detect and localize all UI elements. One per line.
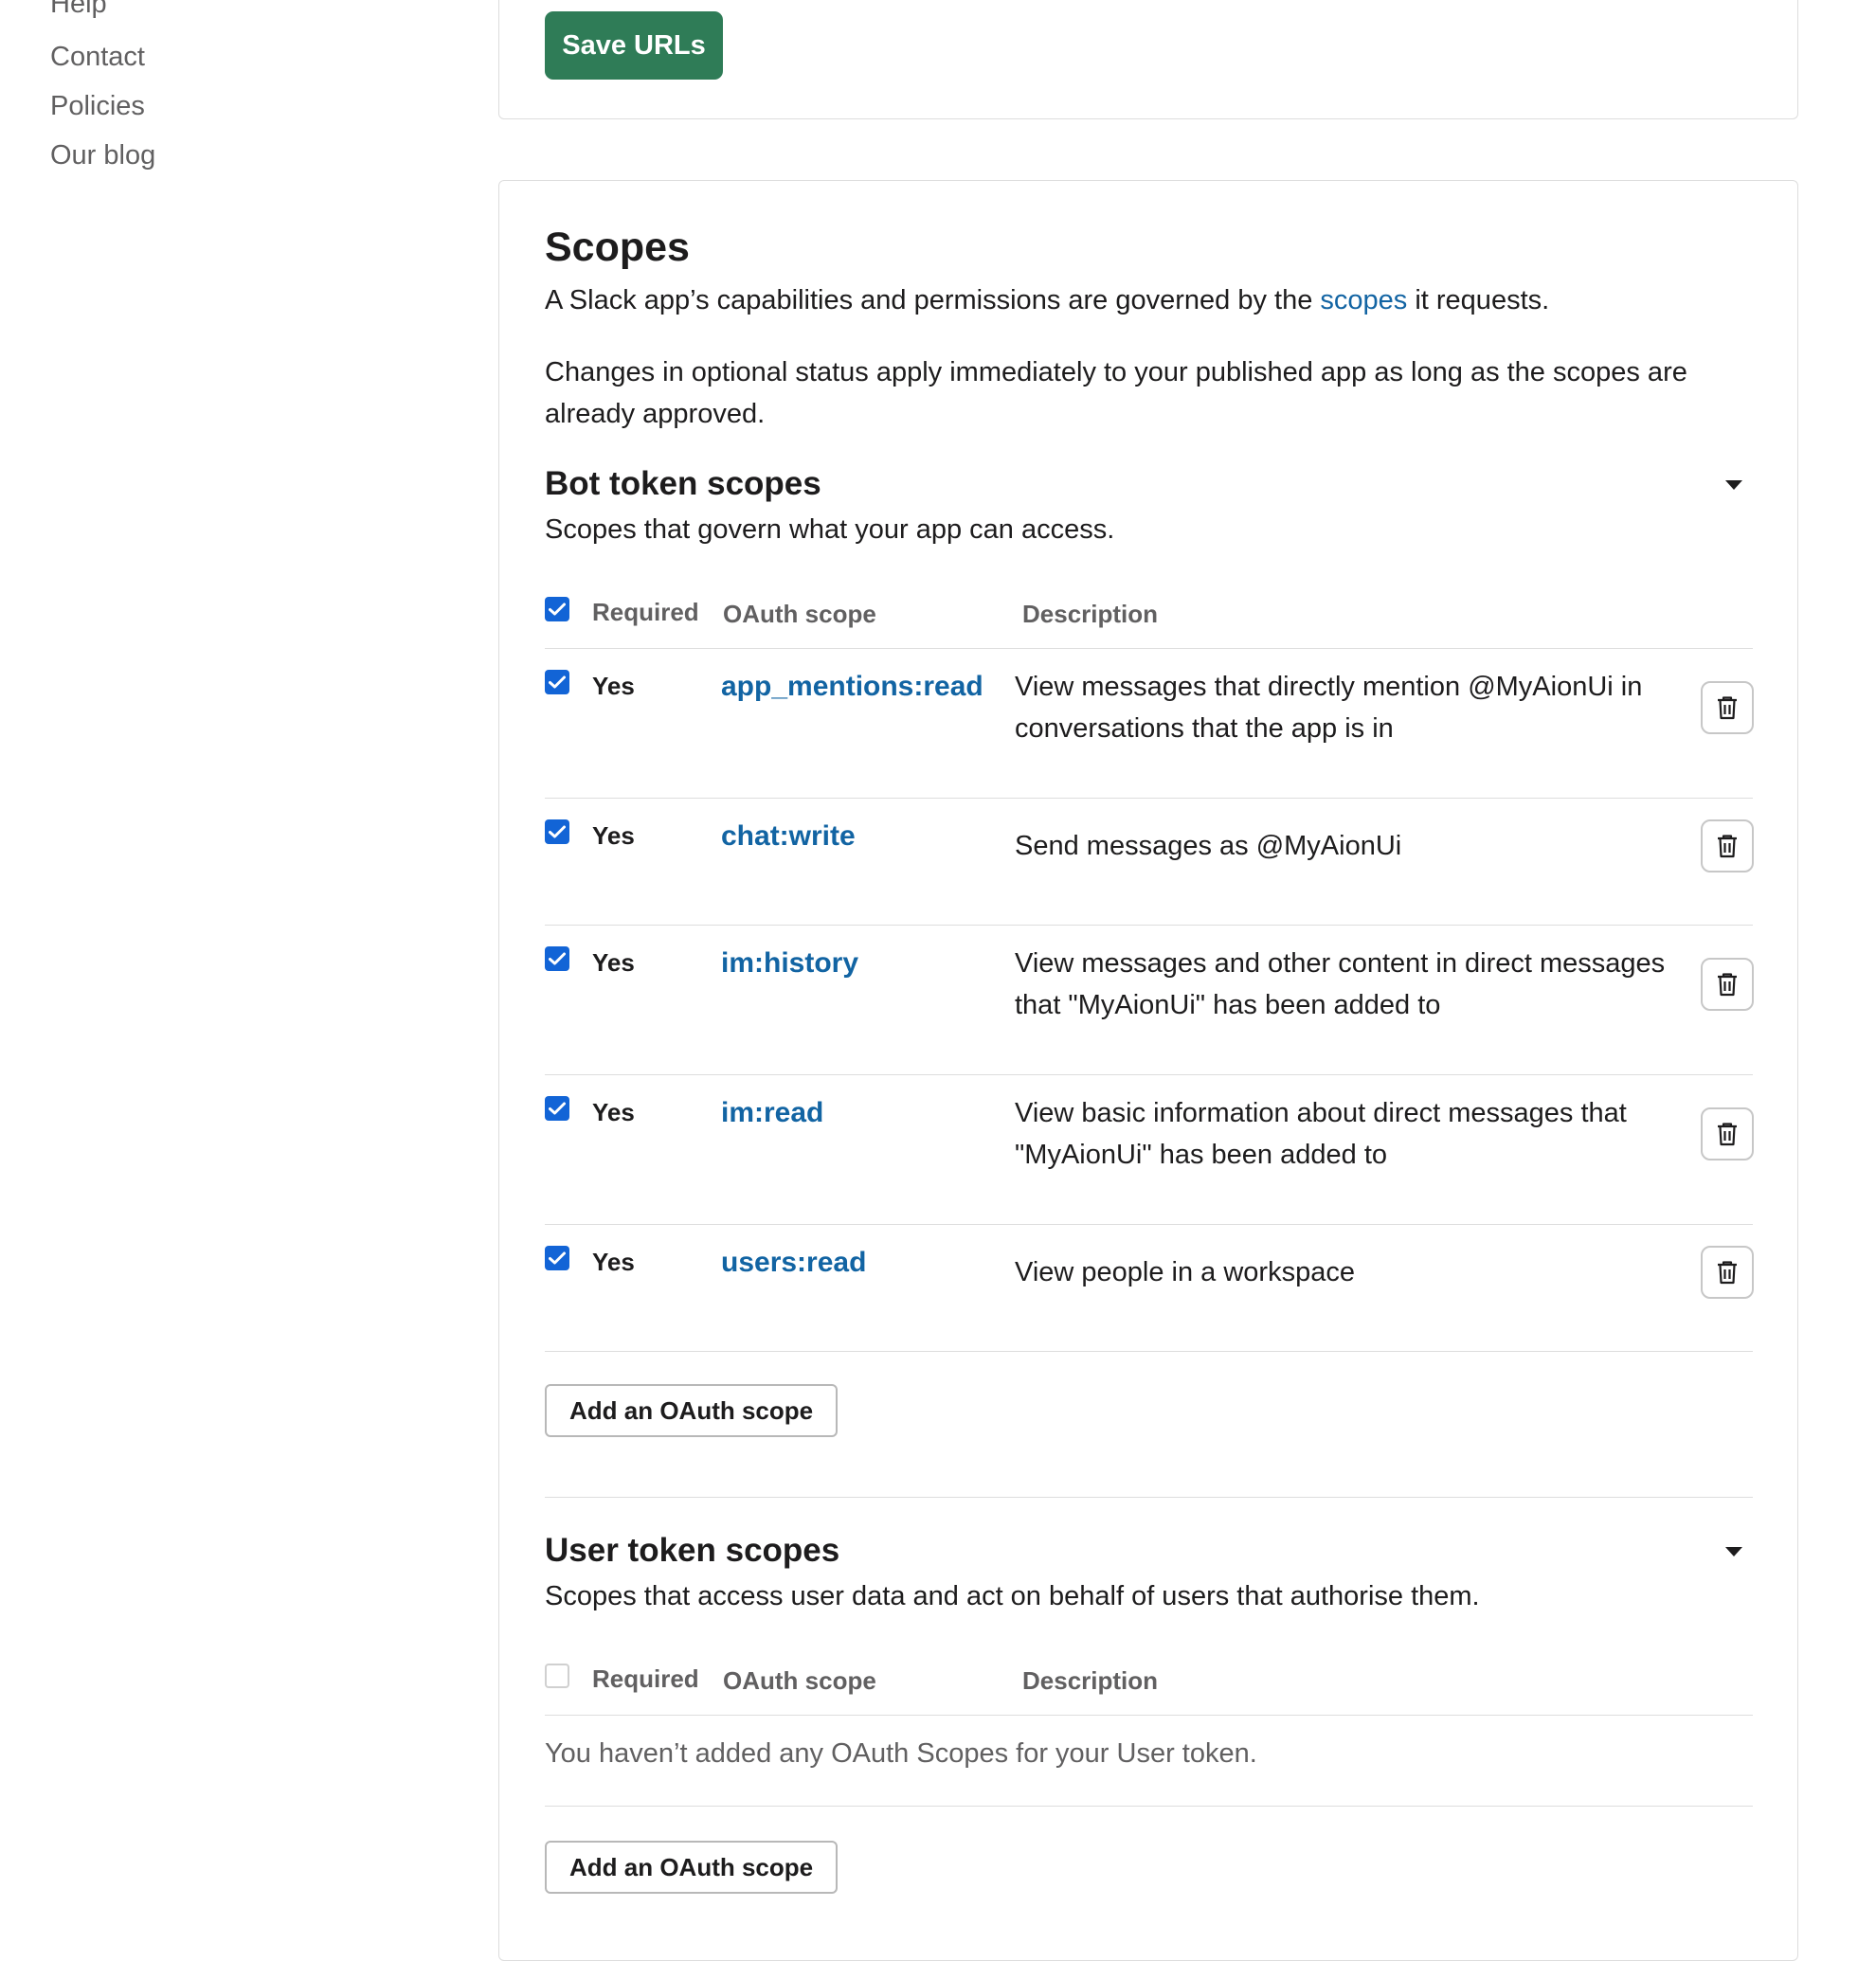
user-col-required: Required	[592, 1664, 699, 1693]
bot-col-description: Description	[1022, 600, 1159, 628]
divider	[545, 1224, 1753, 1225]
trash-icon	[1718, 835, 1737, 858]
divider	[545, 648, 1753, 649]
user-scopes-empty-message: You haven’t added any OAuth Scopes for y…	[545, 1738, 1257, 1769]
divider	[545, 1351, 1753, 1352]
scope-required-value: Yes	[592, 948, 635, 977]
user-required-all-checkbox[interactable]	[545, 1664, 569, 1688]
scopes-intro-text: A Slack app’s capabilities and permissio…	[545, 285, 1321, 315]
bot-col-scope: OAuth scope	[723, 600, 876, 628]
caret-down-icon[interactable]	[1725, 480, 1742, 490]
add-user-oauth-scope-button[interactable]: Add an OAuth scope	[545, 1841, 839, 1894]
sidebar-link-our-blog[interactable]: Our blog	[50, 140, 155, 171]
scope-required-value: Yes	[592, 672, 635, 700]
scope-required-checkbox[interactable]	[545, 946, 569, 971]
redirect-urls-card: Save URLs	[498, 0, 1798, 119]
trash-icon	[1718, 1261, 1737, 1285]
scopes-title: Scopes	[545, 225, 690, 270]
scope-name-link[interactable]: im:history	[721, 947, 858, 980]
divider	[545, 798, 1753, 799]
save-urls-button[interactable]: Save URLs	[545, 11, 723, 80]
scope-required-checkbox[interactable]	[545, 1246, 569, 1270]
scope-description: Send messages as @MyAionUi	[1015, 831, 1402, 861]
checkmark-icon	[545, 670, 569, 694]
sidebar-link-policies[interactable]: Policies	[50, 91, 145, 122]
trash-icon	[1718, 696, 1737, 720]
sidebar-link-help[interactable]: Help	[50, 0, 107, 20]
user-col-scope: OAuth scope	[723, 1666, 876, 1695]
scopes-intro: A Slack app’s capabilities and permissio…	[545, 279, 1549, 321]
optional-status-note: Changes in optional status apply immedia…	[545, 357, 1687, 429]
divider	[545, 1715, 1753, 1716]
checkbox-empty-icon	[545, 1664, 569, 1688]
delete-scope-button[interactable]	[1701, 958, 1754, 1011]
scope-required-checkbox[interactable]	[545, 1096, 569, 1121]
delete-scope-button[interactable]	[1701, 1107, 1754, 1160]
scope-required-value: Yes	[592, 1248, 635, 1276]
scopes-doc-link[interactable]: scopes	[1320, 285, 1407, 315]
trash-icon	[1718, 1123, 1737, 1146]
scope-description: View messages that directly mention @MyA…	[1015, 672, 1643, 744]
scopes-card: Scopes A Slack app’s capabilities and pe…	[498, 180, 1798, 1961]
scope-description: View basic information about direct mess…	[1015, 1098, 1627, 1170]
user-col-description: Description	[1022, 1666, 1159, 1695]
divider	[545, 1806, 1753, 1807]
divider	[545, 925, 1753, 926]
add-bot-oauth-scope-button[interactable]: Add an OAuth scope	[545, 1384, 839, 1437]
delete-scope-button[interactable]	[1701, 819, 1754, 873]
sidebar-link-contact[interactable]: Contact	[50, 42, 145, 73]
delete-scope-button[interactable]	[1701, 1246, 1754, 1299]
delete-scope-button[interactable]	[1701, 681, 1754, 734]
scope-required-value: Yes	[592, 1098, 635, 1126]
scope-name-link[interactable]: app_mentions:read	[721, 671, 983, 703]
section-divider	[545, 1497, 1753, 1498]
checkmark-icon	[545, 1096, 569, 1121]
scopes-intro-text-end: it requests.	[1407, 285, 1550, 315]
checkmark-icon	[545, 946, 569, 971]
trash-icon	[1718, 973, 1737, 997]
user-scopes-subtitle: Scopes that access user data and act on …	[545, 1581, 1480, 1611]
user-scopes-title: User token scopes	[545, 1532, 840, 1569]
checkmark-icon	[545, 597, 569, 621]
scope-name-link[interactable]: chat:write	[721, 820, 856, 853]
scope-description: View messages and other content in direc…	[1015, 948, 1666, 1020]
bot-col-required: Required	[592, 598, 699, 626]
bot-required-all-checkbox[interactable]	[545, 597, 569, 621]
bot-scopes-subtitle: Scopes that govern what your app can acc…	[545, 514, 1115, 545]
caret-down-icon[interactable]	[1725, 1547, 1742, 1556]
scope-required-checkbox[interactable]	[545, 670, 569, 694]
divider	[545, 1074, 1753, 1075]
scope-name-link[interactable]: users:read	[721, 1247, 866, 1279]
checkmark-icon	[545, 819, 569, 844]
scope-required-checkbox[interactable]	[545, 819, 569, 844]
scope-required-value: Yes	[592, 821, 635, 850]
bot-scopes-title: Bot token scopes	[545, 465, 821, 502]
scope-name-link[interactable]: im:read	[721, 1097, 823, 1129]
scope-description: View people in a workspace	[1015, 1257, 1355, 1287]
checkmark-icon	[545, 1246, 569, 1270]
